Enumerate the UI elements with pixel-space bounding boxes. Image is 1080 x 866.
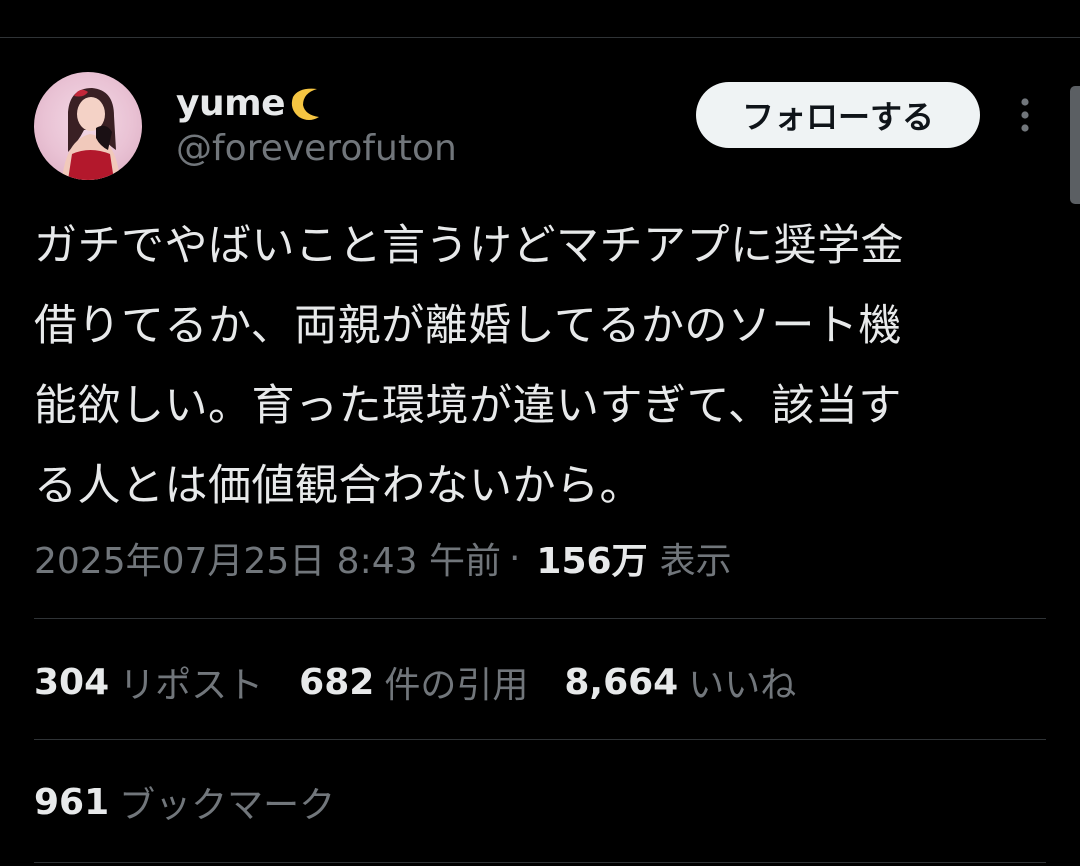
quotes-count: 682 xyxy=(299,661,375,703)
divider xyxy=(34,739,1046,740)
meta-separator: · xyxy=(508,537,521,579)
follow-button[interactable]: フォローする xyxy=(696,82,980,148)
likes-label: いいね xyxy=(688,665,797,706)
likes-stat[interactable]: 8,664 いいね xyxy=(564,656,796,708)
crescent-moon-icon xyxy=(287,83,327,123)
bookmarks-label: ブックマーク xyxy=(119,785,336,826)
avatar[interactable] xyxy=(34,72,142,180)
likes-count: 8,664 xyxy=(564,661,679,703)
reposts-stat[interactable]: 304 リポスト xyxy=(34,656,263,708)
more-options-icon[interactable] xyxy=(1010,96,1040,136)
bookmarks-stat[interactable]: 961 ブックマーク xyxy=(34,776,335,828)
reposts-count: 304 xyxy=(34,661,110,703)
display-name[interactable]: yume xyxy=(176,83,286,124)
display-name-row[interactable]: yume xyxy=(176,80,327,126)
scrollbar-thumb[interactable] xyxy=(1070,86,1080,204)
views-label[interactable]: 表示 xyxy=(660,532,732,584)
views-count[interactable]: 156万 xyxy=(536,532,647,584)
timestamp[interactable]: 2025年07月25日 8:43 午前 xyxy=(34,532,501,584)
tweet-text: ガチでやばいこと言うけどマチアプに奨学金 借りてるか、両親が離婚してるかのソート… xyxy=(34,221,904,511)
user-handle[interactable]: @foreverofuton xyxy=(176,128,457,169)
bookmarks-count: 961 xyxy=(34,781,110,823)
divider xyxy=(34,862,1046,863)
divider xyxy=(34,618,1046,619)
quotes-stat[interactable]: 682 件の引用 xyxy=(299,656,528,708)
reposts-label: リポスト xyxy=(119,665,264,706)
quotes-label: 件の引用 xyxy=(384,665,529,706)
engagement-stats: 304 リポスト 682 件の引用 8,664 いいね xyxy=(34,656,832,708)
top-divider xyxy=(0,37,1080,38)
tweet-meta: 2025年07月25日 8:43 午前 · 156万 表示 xyxy=(34,532,732,584)
